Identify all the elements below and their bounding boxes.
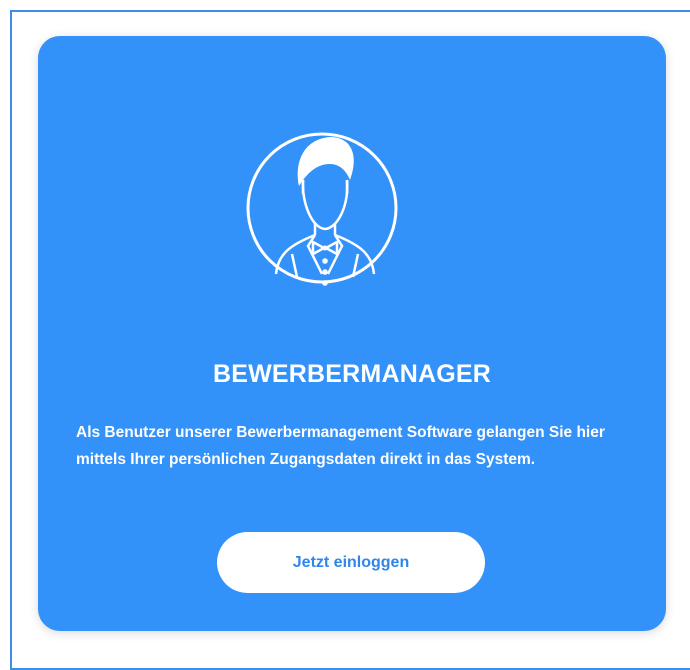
card-title: BEWERBERMANAGER <box>213 360 491 388</box>
login-button[interactable]: Jetzt einloggen <box>217 532 485 593</box>
card-description: Als Benutzer unserer Bewerbermanagement … <box>76 424 605 468</box>
person-avatar-icon <box>246 132 398 286</box>
